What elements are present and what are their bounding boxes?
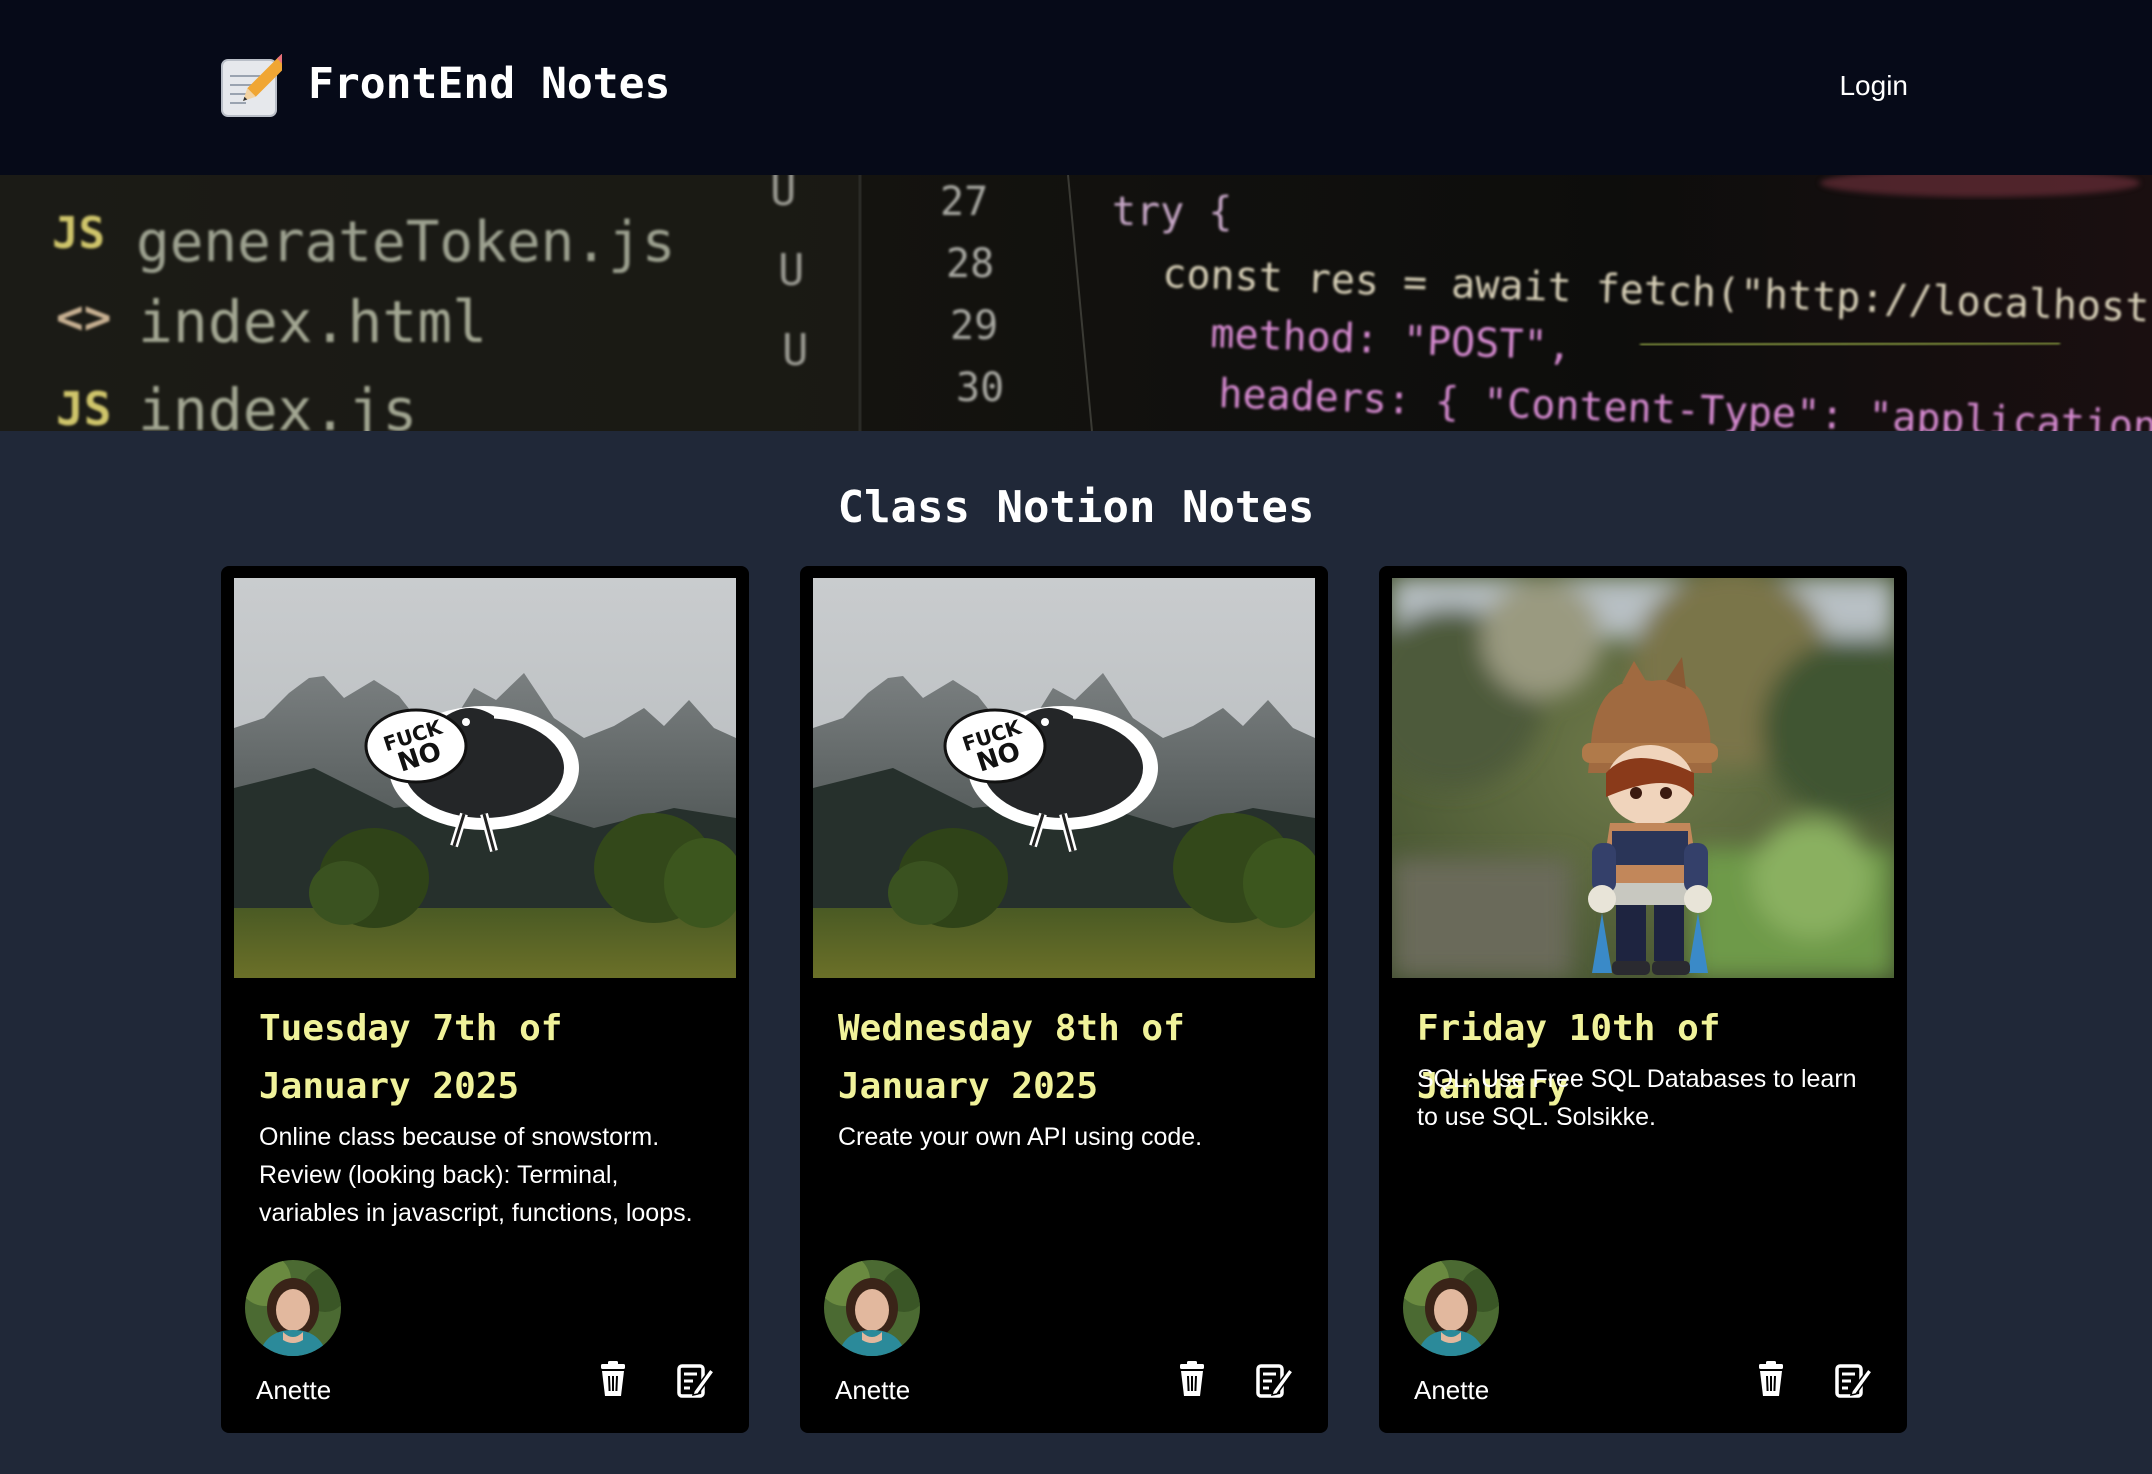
app-title[interactable]: FrontEnd Notes — [308, 54, 670, 114]
edit-note-icon[interactable] — [675, 1360, 715, 1400]
avatar — [824, 1260, 920, 1356]
svg-text:U: U — [778, 245, 805, 296]
note-text: SQL: Use Free SQL Databases to learn to … — [1417, 1065, 1857, 1131]
hero-file-1: generateToken.js — [136, 210, 675, 275]
note-title: Tuesday 7th of January 2025 — [259, 1008, 563, 1107]
edit-note-icon[interactable] — [1833, 1360, 1873, 1400]
svg-text:U: U — [770, 175, 797, 216]
trash-icon[interactable] — [1172, 1360, 1212, 1400]
code-screenshot-image: JS generateToken.js <> index.html JS ind… — [0, 175, 2152, 431]
trash-icon[interactable] — [1751, 1360, 1791, 1400]
hero-banner: JS generateToken.js <> index.html JS ind… — [0, 175, 2152, 431]
svg-text:29: 29 — [950, 303, 998, 349]
note-image-figurine — [1392, 578, 1894, 978]
author-name: Anette — [256, 1375, 332, 1405]
svg-text:30: 30 — [956, 365, 1004, 411]
note-card[interactable]: FUCK NO Wednesday 8th of January 2025 Cr… — [800, 566, 1328, 1433]
note-text: Create your own API using code. — [838, 1123, 1203, 1151]
note-image-mountains: FUCK NO — [234, 578, 736, 978]
login-link[interactable]: Login — [1839, 66, 1908, 106]
svg-text:28: 28 — [946, 241, 994, 287]
svg-text:try {: try { — [1112, 189, 1232, 235]
edit-note-icon[interactable] — [1254, 1360, 1294, 1400]
svg-text:27: 27 — [940, 179, 988, 225]
trash-icon[interactable] — [593, 1360, 633, 1400]
memo-icon[interactable] — [220, 54, 282, 118]
note-image-mountains: FUCK NO — [813, 578, 1315, 978]
note-card[interactable]: FUCK NO Tuesday 7th of January 2025 Onli… — [221, 566, 749, 1433]
svg-text:JS: JS — [56, 382, 111, 431]
note-title: Wednesday 8th of January 2025 — [838, 1008, 1185, 1107]
note-card[interactable]: Friday 10th of January SQL: Use Free SQL… — [1379, 566, 1907, 1433]
svg-text:JS: JS — [52, 208, 105, 259]
top-navbar: FrontEnd Notes Login — [0, 0, 2152, 175]
author-name: Anette — [1414, 1375, 1490, 1405]
hero-file-2: index.html — [138, 288, 487, 356]
svg-text:<>: <> — [56, 290, 111, 344]
section-title: Class Notion Notes — [837, 482, 1315, 533]
author-name: Anette — [835, 1375, 911, 1405]
avatar — [1403, 1260, 1499, 1356]
avatar — [245, 1260, 341, 1356]
note-text: Online class because of snowstorm. Revie… — [259, 1123, 693, 1227]
hero-file-3: index.js — [138, 376, 417, 431]
svg-text:U: U — [782, 325, 809, 376]
